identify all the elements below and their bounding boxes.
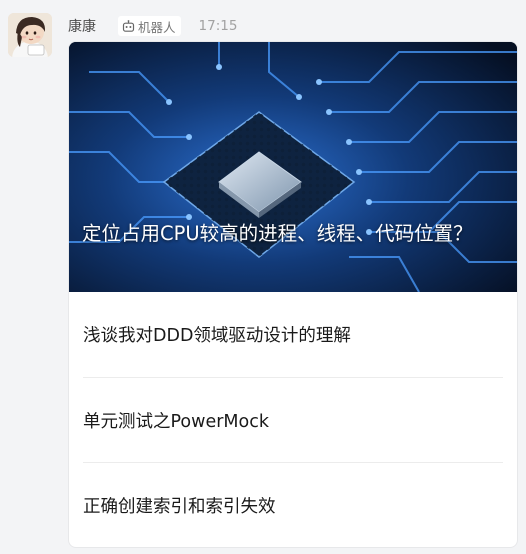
article-title: 正确创建索引和索引失效 [83,497,276,517]
article-title: 浅谈我对DDD领域驱动设计的理解 [83,326,351,346]
article-item[interactable]: 单元测试之PowerMock [83,378,503,463]
cover-title: 定位占用CPU较高的进程、线程、代码位置？ [82,222,473,245]
message-header: 康康 机器人 17:15 [68,16,237,36]
sender-name[interactable]: 康康 [68,16,96,36]
cover-article[interactable]: 定位占用CPU较高的进程、线程、代码位置？ [69,42,517,292]
news-card: 定位占用CPU较高的进程、线程、代码位置？ 浅谈我对DDD领域驱动设计的理解 单… [69,42,517,547]
message-time: 17:15 [198,18,238,34]
article-title: 单元测试之PowerMock [83,412,269,432]
article-item[interactable]: 浅谈我对DDD领域驱动设计的理解 [83,292,503,377]
bot-badge-label: 机器人 [138,19,176,35]
robot-icon [122,19,135,32]
article-item[interactable]: 正确创建索引和索引失效 [83,463,503,547]
avatar[interactable] [8,13,52,57]
bot-badge: 机器人 [118,16,181,36]
cover-image [69,42,517,292]
